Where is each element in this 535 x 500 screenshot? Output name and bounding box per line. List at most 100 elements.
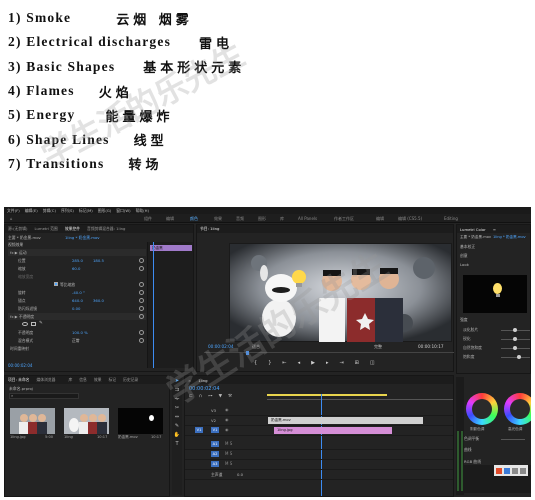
sequence-clip-link[interactable]: 1ling * 奶金黑.mov <box>65 235 100 241</box>
effect-row[interactable]: 位置 285.0 180.5 <box>8 257 146 264</box>
export-frame-icon[interactable]: ◫ <box>370 360 375 366</box>
eye-icon[interactable]: ◉ <box>225 427 229 432</box>
playhead[interactable] <box>153 242 154 368</box>
effect-row[interactable]: fx ▶ 不透明度 <box>8 313 146 320</box>
mute-icon[interactable]: M S <box>225 451 232 456</box>
reset-icon[interactable] <box>139 298 144 303</box>
menu-graphics[interactable]: 图形(G) <box>98 208 112 214</box>
go-to-out-icon[interactable]: ⇥ <box>339 360 343 366</box>
workspace-tab[interactable]: 图形 <box>258 216 266 222</box>
tab-program[interactable]: 节目: 1ling <box>200 226 219 232</box>
workspace-tab[interactable]: 编辑 <box>166 216 174 222</box>
slider-knob[interactable] <box>513 328 517 332</box>
master-value[interactable]: 0.0 <box>237 472 243 477</box>
tab-lumetri-scopes[interactable]: Lumetri 范围 <box>34 226 57 232</box>
effect-value[interactable]: 640.0 <box>72 298 83 303</box>
track-label[interactable]: A2 <box>211 451 219 457</box>
track-label[interactable]: A3 <box>211 461 219 467</box>
wrench-icon[interactable]: ⚒ <box>228 394 232 401</box>
tab-source[interactable]: 源:(无剪辑) <box>8 226 27 232</box>
close-icon[interactable]: × <box>188 378 191 383</box>
program-scrubber[interactable] <box>204 351 454 355</box>
mark-out-icon[interactable]: } <box>268 360 271 366</box>
workspace-tab[interactable]: 库 <box>280 216 284 222</box>
home-icon[interactable]: ⌂ <box>10 216 13 221</box>
slip-tool-icon[interactable]: ⇔ <box>172 413 182 422</box>
track-select-icon[interactable]: ⇉ <box>172 386 182 395</box>
effect-row[interactable]: 混合模式 正常 <box>8 337 146 344</box>
type-tool-icon[interactable]: T <box>172 440 182 449</box>
workspace-tab[interactable]: 编辑 <box>376 216 384 222</box>
playhead[interactable] <box>246 351 249 355</box>
snap-icon[interactable]: ∩ <box>199 394 202 401</box>
tab-media-browser[interactable]: 媒体浏览器 <box>36 377 55 383</box>
app-icon[interactable] <box>520 467 526 474</box>
tab-lumetri-color[interactable]: Lumetri Color <box>460 227 486 232</box>
effect-row[interactable]: 缩放 60.0 <box>8 265 146 272</box>
tab-effects[interactable]: 效果 <box>94 377 102 383</box>
workspace-tab[interactable]: 作者工作区 <box>334 216 354 222</box>
tab-libraries[interactable]: 库 <box>68 377 72 383</box>
timeline-timecode[interactable]: 00:00:02:04 <box>189 386 220 392</box>
workspace-tab[interactable]: 组件 <box>144 216 152 222</box>
effect-row[interactable]: 等比缩放 <box>8 281 146 288</box>
effect-value[interactable]: 180.5 <box>93 258 104 263</box>
tab-info[interactable]: 信息 <box>79 377 87 383</box>
ellipse-mask-icon[interactable] <box>22 322 28 326</box>
effect-row[interactable]: 防闪烁滤镜 0.00 <box>8 305 146 312</box>
step-forward-icon[interactable]: ▸ <box>326 360 329 366</box>
pen-mask-icon[interactable]: ✎ <box>39 321 43 326</box>
workspace-tab-active[interactable]: 颜色 <box>190 216 198 222</box>
menu-file[interactable]: 文件(F) <box>7 208 20 214</box>
reset-icon[interactable] <box>139 258 144 263</box>
look-preview[interactable] <box>463 275 527 313</box>
selection-tool-icon[interactable]: ➤ <box>172 377 182 386</box>
ripple-edit-icon[interactable]: ⟛ <box>172 395 182 404</box>
mute-icon[interactable]: M S <box>225 441 232 446</box>
work-area-bar[interactable] <box>267 394 387 396</box>
reset-icon[interactable] <box>139 266 144 271</box>
zoom-select[interactable]: 适合 <box>252 344 260 350</box>
razor-tool-icon[interactable]: ✂ <box>172 404 182 413</box>
effect-value[interactable]: 60.0 <box>72 266 80 271</box>
app-icon[interactable] <box>504 467 510 474</box>
eye-icon[interactable]: ◉ <box>225 417 229 422</box>
mark-in-icon[interactable]: { <box>254 360 257 366</box>
menu-edit[interactable]: 编辑(E) <box>25 208 38 214</box>
reset-icon[interactable] <box>139 282 144 287</box>
step-back-icon[interactable]: ◂ <box>298 360 301 366</box>
shadow-tint-wheel[interactable] <box>466 393 498 425</box>
lumetri-seq[interactable]: 1ling * 奶金黑.mov <box>493 235 526 240</box>
project-thumbnail[interactable] <box>64 408 109 434</box>
reset-icon[interactable] <box>139 314 144 319</box>
menu-sequence[interactable]: 序列(S) <box>61 208 74 214</box>
effect-row[interactable]: 锚点 640.0 360.0 <box>8 297 146 304</box>
slider-knob[interactable] <box>513 337 517 341</box>
timeline-clip[interactable]: 1ling.jpg <box>274 427 392 434</box>
go-to-in-icon[interactable]: ⇤ <box>282 360 286 366</box>
effect-row[interactable]: 缩放宽度 <box>8 273 146 280</box>
slider-track[interactable] <box>501 357 530 358</box>
tab-sequence[interactable]: 1ling <box>198 378 207 383</box>
effect-row[interactable]: 不透明度 100.0 % <box>8 329 146 336</box>
hand-tool-icon[interactable]: ✋ <box>172 431 182 440</box>
uniform-scale-checkbox[interactable] <box>54 282 58 286</box>
workspace-tab[interactable]: 音频 <box>236 216 244 222</box>
quality-select[interactable]: 完整 <box>374 344 382 350</box>
track-label[interactable]: V2 <box>211 418 216 423</box>
project-search-input[interactable]: ⌕ <box>9 393 79 399</box>
tab-markers[interactable]: 标记 <box>108 377 116 383</box>
track-label[interactable]: 主声道 <box>211 472 222 478</box>
timeline-clip[interactable]: 奶金黑.mov <box>268 417 423 424</box>
app-icon[interactable] <box>496 467 502 474</box>
effect-timecode[interactable]: 00:00:02:04 <box>8 363 32 368</box>
effect-value[interactable]: -40.0 ° <box>72 290 85 295</box>
track-label[interactable]: V1 <box>211 427 219 433</box>
workspace-tab[interactable]: 效果 <box>214 216 222 222</box>
effect-row[interactable]: fx ▶ 运动 <box>8 249 146 256</box>
workspace-tab[interactable]: 编辑 (CS5.5) <box>398 216 422 222</box>
nest-icon[interactable]: ⊏ <box>189 394 193 401</box>
reset-icon[interactable] <box>139 290 144 295</box>
effect-row[interactable]: 旋转 -40.0 ° <box>8 289 146 296</box>
rgb-curve-area[interactable] <box>464 465 531 493</box>
